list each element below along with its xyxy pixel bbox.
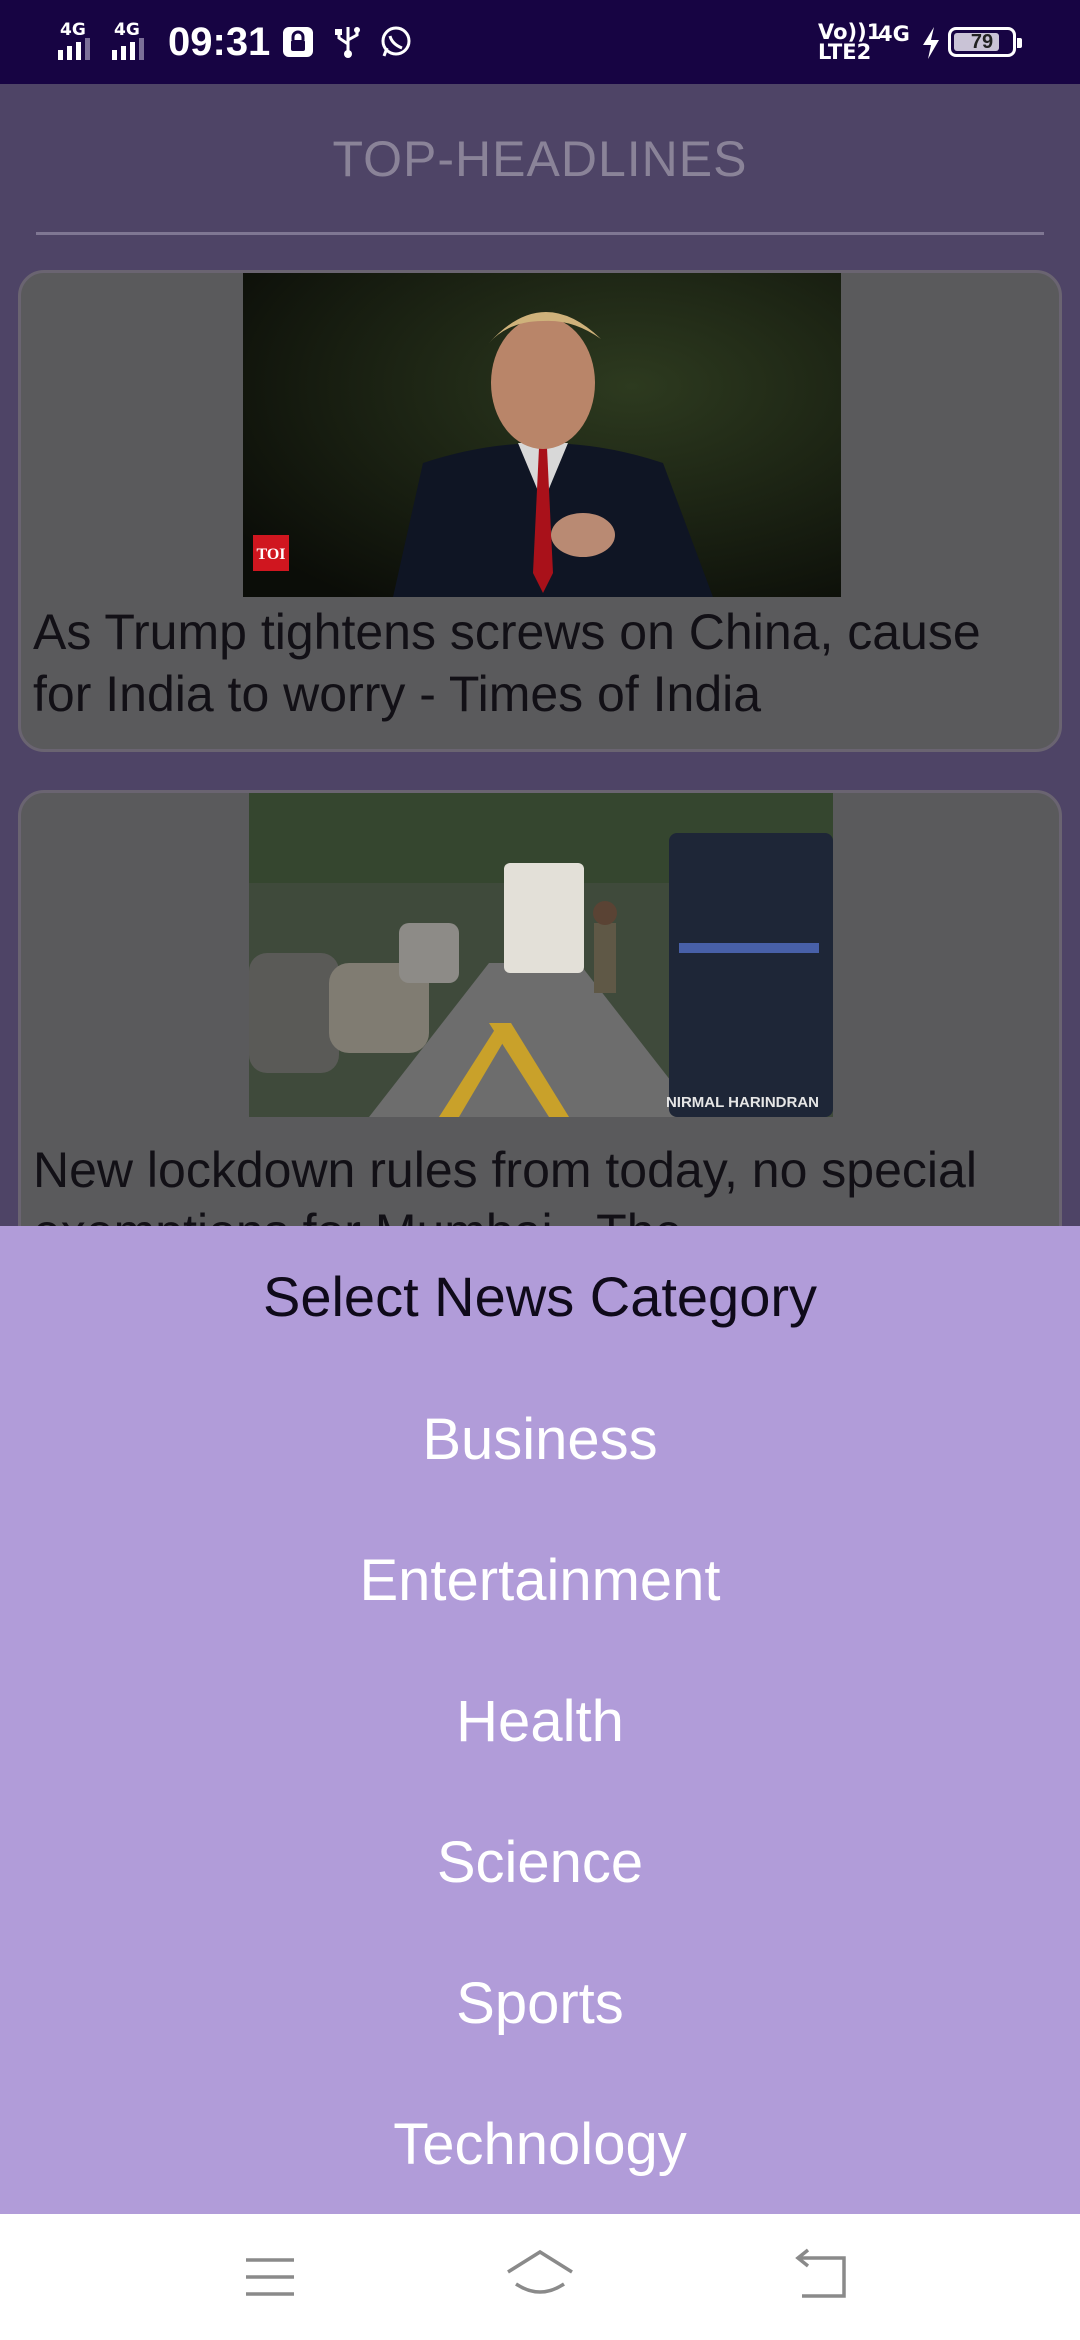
title-divider	[36, 232, 1044, 235]
category-option-business[interactable]: Business	[0, 1380, 1080, 1500]
status-bar: 4G 4G 09:31 Vo))1 LTE2 4G 79	[0, 0, 1080, 84]
sim1-signal-icon: 4G	[58, 20, 108, 64]
navigation-bar	[0, 2214, 1080, 2340]
back-icon[interactable]	[784, 2244, 864, 2310]
sim2-signal-icon: 4G	[112, 20, 162, 64]
home-icon[interactable]	[500, 2244, 580, 2310]
lock-screen-icon	[283, 27, 313, 57]
article-card[interactable]: TOI As Trump tightens screws on China, c…	[18, 270, 1062, 752]
page-title: TOP-HEADLINES	[332, 131, 748, 187]
data-network-label: 4G	[878, 22, 910, 46]
category-option-science[interactable]: Science	[0, 1803, 1080, 1923]
toi-badge: TOI	[256, 546, 285, 563]
sim1-network-label: 4G	[60, 20, 86, 40]
category-option-technology[interactable]: Technology	[0, 2085, 1080, 2205]
category-option-health[interactable]: Health	[0, 1662, 1080, 1782]
usb-icon	[335, 27, 360, 58]
category-option-sports[interactable]: Sports	[0, 1944, 1080, 2064]
article-image: TOI	[243, 273, 841, 597]
article-image: NIRMAL HARINDRAN	[249, 793, 833, 1117]
clock: 09:31	[168, 19, 271, 64]
sheet-title: Select News Category	[262, 1265, 817, 1328]
category-bottom-sheet: Select News Category Business Entertainm…	[0, 1226, 1080, 2214]
image-caption: NIRMAL HARINDRAN	[666, 1094, 819, 1111]
battery-level: 79	[970, 30, 994, 53]
category-option-entertainment[interactable]: Entertainment	[0, 1521, 1080, 1641]
battery-indicator: 79	[948, 27, 1022, 57]
menu-icon[interactable]	[232, 2244, 312, 2310]
sim2-network-label: 4G	[114, 20, 140, 40]
whatsapp-icon	[381, 26, 411, 57]
charging-bolt-icon	[923, 27, 939, 59]
volte-indicator: Vo))1 LTE2	[818, 20, 882, 64]
article-headline: As Trump tightens screws on China, cause…	[33, 604, 981, 722]
headlines-page: TOP-HEADLINES TOI As Trump tightens scre…	[0, 84, 1080, 1310]
